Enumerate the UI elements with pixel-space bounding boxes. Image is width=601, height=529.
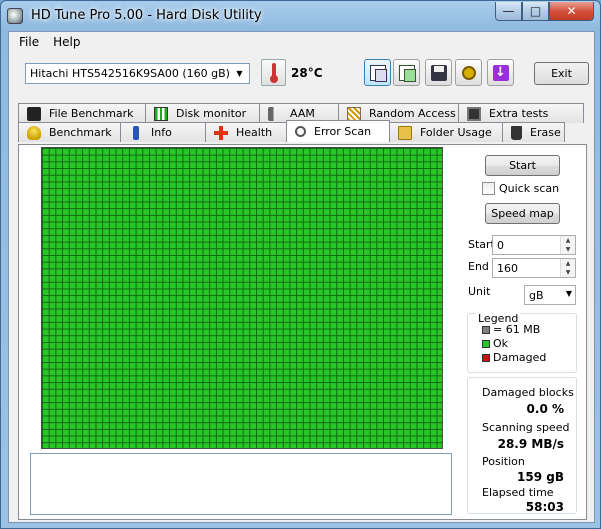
tools-icon — [461, 65, 476, 80]
end-input[interactable]: 160 ▲ ▼ — [492, 258, 576, 278]
copy-screenshot-button[interactable] — [393, 59, 420, 86]
copy-image-icon — [398, 64, 416, 82]
scan-block-map — [41, 147, 443, 449]
save-button[interactable] — [425, 59, 452, 86]
copy-icon — [369, 64, 387, 82]
magnifier-icon — [295, 126, 306, 137]
window-title: HD Tune Pro 5.00 - Hard Disk Utility — [31, 8, 262, 23]
legend-damaged: Damaged — [482, 351, 546, 364]
minimize-button[interactable]: — — [495, 2, 522, 21]
tab-folder-usage[interactable]: Folder Usage — [389, 122, 503, 142]
tab-info[interactable]: Info — [120, 122, 206, 142]
exit-button[interactable]: Exit — [534, 62, 589, 85]
maximize-button[interactable]: □ — [522, 2, 549, 21]
save-icon — [430, 64, 447, 81]
minimize-icon: — — [502, 4, 515, 18]
elapsed-time-label: Elapsed time — [482, 486, 554, 499]
damaged-blocks-label: Damaged blocks — [482, 386, 574, 399]
unit-select-value: gB — [529, 288, 544, 302]
title-bar[interactable]: HD Tune Pro 5.00 - Hard Disk Utility — □… — [1, 1, 600, 32]
end-field-label: End — [468, 260, 489, 273]
download-button[interactable]: ↓ — [487, 59, 514, 86]
spin-down-icon[interactable]: ▼ — [560, 245, 575, 254]
tab-error-scan[interactable]: Error Scan — [286, 120, 390, 142]
red-swatch-icon — [482, 353, 490, 362]
drive-select-value: Hitachi HTS542516K9SA00 (160 gB) — [30, 67, 230, 80]
legend-ok: Ok — [482, 337, 508, 350]
thermometer-icon — [269, 62, 278, 83]
end-input-value: 160 — [497, 261, 518, 275]
position-label: Position — [482, 455, 525, 468]
tabs-bottom-row: Benchmark Info Health Error Scan Folder … — [18, 120, 565, 142]
random-access-icon — [347, 106, 361, 121]
close-button[interactable]: ✕ — [549, 2, 594, 21]
client-area: File Help Hitachi HTS542516K9SA00 (160 g… — [8, 31, 595, 523]
extra-tests-icon — [467, 106, 481, 121]
quick-scan-checkbox[interactable]: Quick scan — [482, 182, 559, 195]
spin-up-icon[interactable]: ▲ — [560, 236, 575, 245]
start-input-value: 0 — [497, 238, 504, 252]
elapsed-time-value: 58:03 — [525, 500, 564, 514]
trash-icon — [511, 125, 522, 140]
file-benchmark-icon — [27, 106, 41, 121]
speed-map-button[interactable]: Speed map — [485, 203, 560, 224]
toolbar: Hitachi HTS542516K9SA00 (160 gB) ▼ 28°C … — [9, 54, 594, 94]
info-icon — [133, 125, 139, 140]
position-value: 159 gB — [517, 470, 564, 484]
tab-erase[interactable]: Erase — [502, 122, 565, 142]
tab-benchmark[interactable]: Benchmark — [18, 122, 121, 142]
menu-help[interactable]: Help — [53, 35, 80, 49]
start-button[interactable]: Start — [485, 155, 560, 176]
scanning-speed-value: 28.9 MB/s — [497, 437, 564, 451]
menu-file[interactable]: File — [19, 35, 39, 49]
scan-log[interactable] — [30, 453, 452, 515]
scanning-speed-label: Scanning speed — [482, 421, 570, 434]
checkbox-box — [482, 182, 495, 195]
close-icon: ✕ — [566, 4, 577, 18]
unit-select[interactable]: gB ▼ — [524, 285, 576, 305]
app-window: HD Tune Pro 5.00 - Hard Disk Utility — □… — [0, 0, 601, 529]
spin-down-icon[interactable]: ▼ — [560, 268, 575, 277]
arrow-down-icon: ↓ — [492, 64, 509, 81]
quick-scan-label: Quick scan — [499, 182, 560, 195]
disk-monitor-icon — [154, 106, 168, 121]
tab-file-benchmark[interactable]: File Benchmark — [18, 103, 146, 123]
tab-disk-monitor[interactable]: Disk monitor — [145, 103, 260, 123]
folder-icon — [398, 125, 412, 140]
gray-swatch-icon — [482, 325, 490, 334]
caption-buttons: — □ ✕ — [495, 2, 594, 21]
tab-health[interactable]: Health — [205, 122, 287, 142]
drive-select[interactable]: Hitachi HTS542516K9SA00 (160 gB) ▼ — [25, 63, 250, 84]
health-cross-icon — [214, 125, 228, 140]
spin-up-icon[interactable]: ▲ — [560, 259, 575, 268]
chevron-down-icon: ▼ — [565, 289, 572, 298]
legend-group: Legend = 61 MB Ok Damaged — [467, 312, 577, 373]
temperature-button[interactable] — [261, 59, 286, 86]
maximize-icon: □ — [529, 4, 542, 18]
lightbulb-icon — [27, 125, 41, 140]
legend-block-size: = 61 MB — [482, 323, 540, 336]
green-swatch-icon — [482, 339, 490, 348]
start-input[interactable]: 0 ▲ ▼ — [492, 235, 576, 255]
temperature-readout: 28°C — [291, 66, 323, 80]
copy-text-button[interactable] — [364, 59, 391, 86]
tab-extra-tests[interactable]: Extra tests — [458, 103, 584, 123]
chevron-down-icon: ▼ — [236, 69, 243, 78]
app-icon — [7, 8, 23, 24]
options-button[interactable] — [455, 59, 482, 86]
start-field-label: Start — [468, 238, 495, 251]
menu-bar: File Help — [9, 32, 594, 52]
speaker-icon — [268, 106, 282, 121]
stats-group: Damaged blocks 0.0 % Scanning speed 28.9… — [467, 377, 577, 514]
error-scan-panel: Start Quick scan Speed map Start 0 ▲ ▼ E… — [18, 144, 587, 520]
unit-label: Unit — [468, 285, 491, 298]
damaged-blocks-value: 0.0 % — [526, 402, 564, 416]
